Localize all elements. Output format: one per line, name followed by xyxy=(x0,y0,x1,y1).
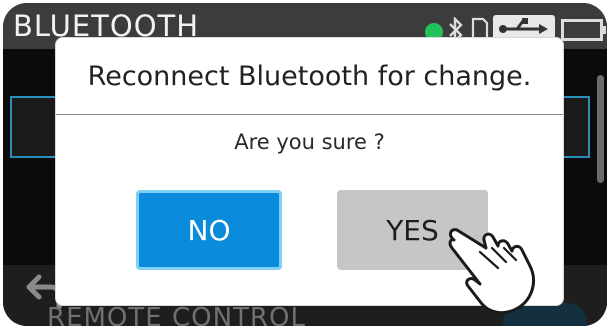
menu-label-remote-control: REMOTE CONTROL xyxy=(47,303,306,326)
dialog-divider xyxy=(56,114,563,115)
battery-icon xyxy=(561,19,606,41)
no-button[interactable]: NO xyxy=(136,190,282,270)
dialog-title: Reconnect Bluetooth for change. xyxy=(87,60,532,92)
hand-pointer-icon xyxy=(448,228,535,315)
dialog-message: Are you sure ? xyxy=(234,130,385,154)
scrollbar[interactable] xyxy=(597,75,604,183)
